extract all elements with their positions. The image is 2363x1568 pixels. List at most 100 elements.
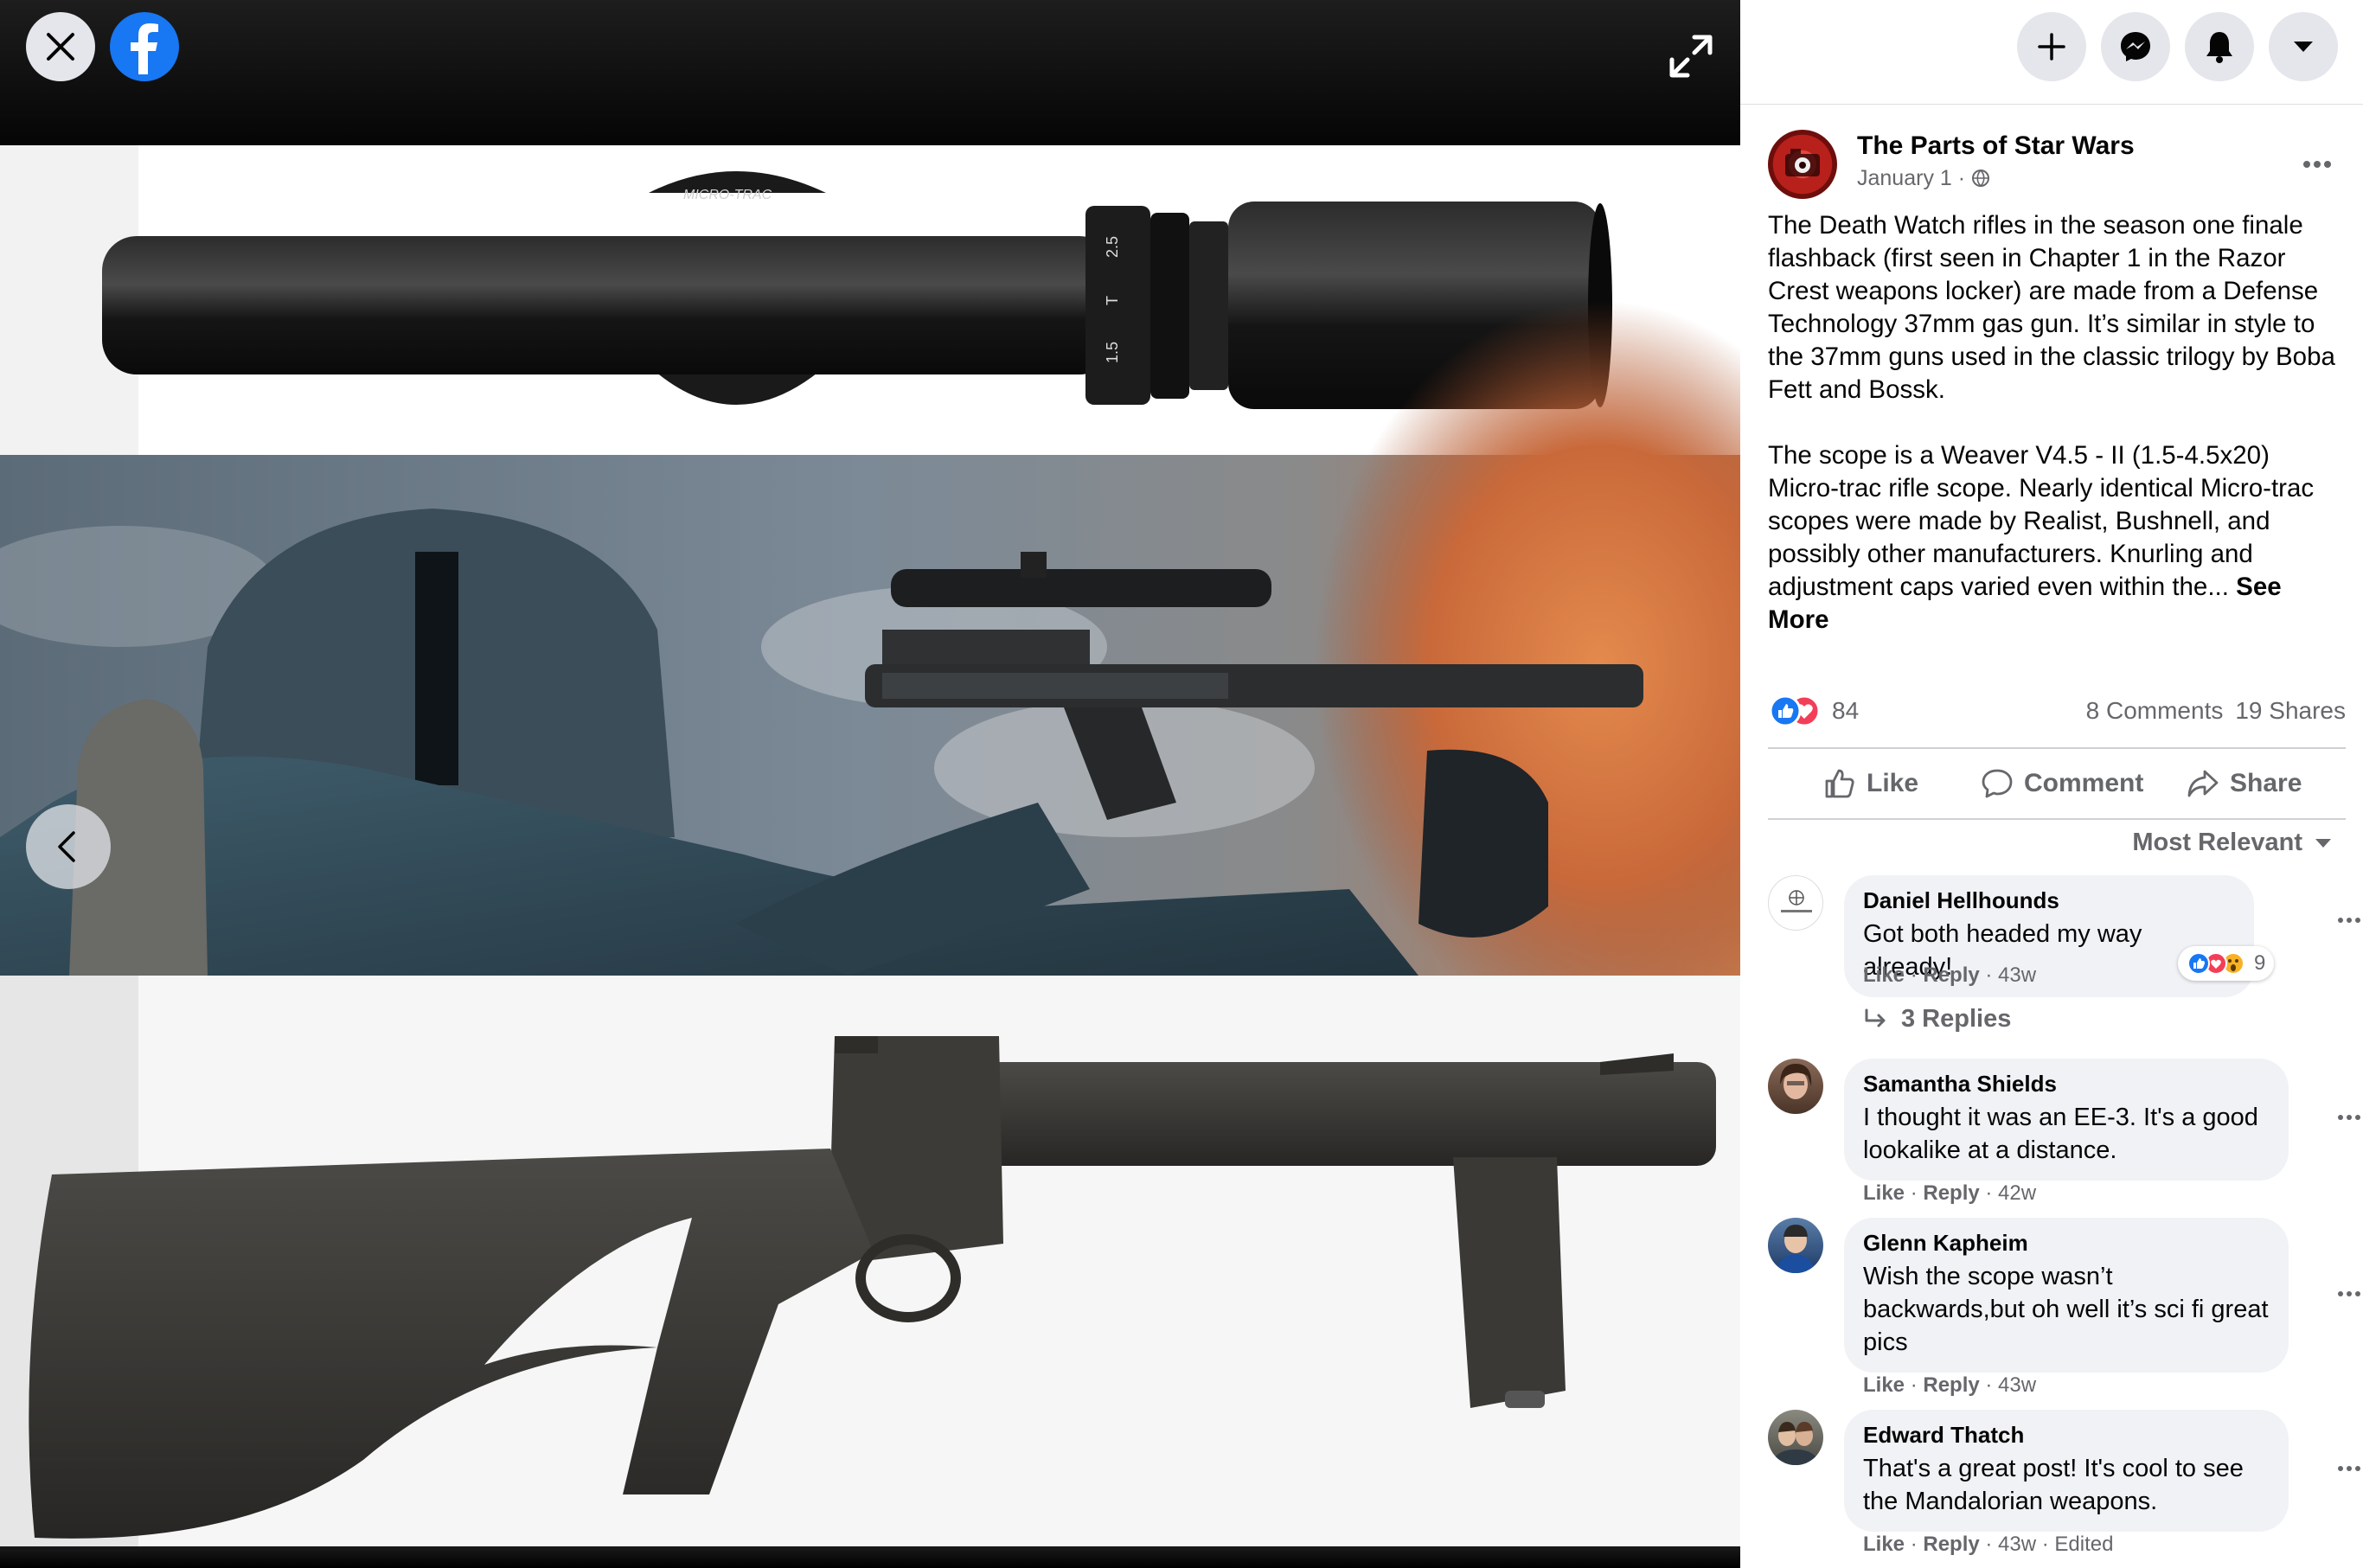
comment-meta: Like · Reply · 43w [1863,963,2037,987]
comment-options-button[interactable] [2334,912,2363,929]
commenter-avatar[interactable] [1768,1218,1823,1273]
hellhounds-logo-icon [1781,890,1812,912]
caret-down-icon [2294,42,2313,52]
more-dots-icon [2338,1466,2360,1471]
comment-reply-link[interactable]: Reply [1923,1373,1979,1397]
comment-reply-link[interactable]: Reply [1923,1181,1979,1205]
messenger-icon [2121,32,2150,61]
reaction-count[interactable]: 84 [1832,697,1859,725]
comment-button-label: Comment [2024,769,2144,797]
commenter-avatar[interactable] [1768,1059,1823,1114]
svg-text:1.5: 1.5 [1104,342,1121,363]
post-body: The Death Watch rifles in the season one… [1768,209,2342,669]
post-options-button[interactable] [2296,147,2339,182]
share-button-label: Share [2230,769,2302,797]
scope-brand-text: MICRO-TRAC [683,188,772,202]
previous-photo-button[interactable] [26,804,111,889]
caret-down-icon [2315,838,2331,848]
comment-like-link[interactable]: Like [1863,1533,1905,1556]
header-divider [1740,104,2363,105]
post-photo[interactable]: MICRO-TRAC 1.5 T 2.5 [0,145,1740,1546]
share-button[interactable]: Share [2187,752,2302,815]
viewer-bottom-strip [0,1546,1740,1568]
photo-viewer: MICRO-TRAC 1.5 T 2.5 [0,0,1740,1568]
svg-text:2.5: 2.5 [1104,236,1121,258]
comment-author[interactable]: Edward Thatch [1863,1422,2270,1449]
bell-icon [2206,32,2232,63]
actions-divider-bottom [1768,818,2346,820]
comment-like-link[interactable]: Like [1863,963,1905,987]
comment-like-link[interactable]: Like [1863,1181,1905,1205]
svg-text:T: T [1104,296,1121,305]
comment-button[interactable]: Comment [1981,752,2143,815]
commenter-avatar[interactable] [1768,1410,1823,1465]
user-photo-icon [1780,1064,1812,1099]
comment-reactions[interactable]: 9 [2178,946,2275,981]
reaction-icons[interactable] [1768,694,1825,728]
post-timestamp[interactable]: January 1 · [1857,166,1990,191]
comment-author[interactable]: Glenn Kapheim [1863,1230,2270,1257]
messenger-button[interactable] [2101,12,2170,81]
comments-count[interactable]: 8 Comments [2086,697,2224,724]
user-photo-icon [1771,1422,1820,1465]
comment-sort-dropdown[interactable]: Most Relevant [2132,829,2332,857]
comment: Daniel Hellhounds Got both headed my way… [1768,875,2363,1048]
more-dots-icon [2338,1115,2360,1120]
photo-collage: MICRO-TRAC 1.5 T 2.5 [0,145,1740,1546]
comment-text: That's a great post! It's cool to see th… [1863,1455,2244,1515]
close-icon [47,33,74,61]
comment-options-button[interactable] [2334,1460,2363,1477]
more-dots-icon [2303,161,2331,168]
expand-icon [1669,35,1713,78]
post-paragraph-2: The scope is a Weaver V4.5 - II (1.5-4.5… [1768,441,2315,634]
fullscreen-button[interactable] [1661,26,1721,86]
viewer-top-bar [0,0,1740,145]
comment-options-button[interactable] [2334,1109,2363,1126]
comment-text: Wish the scope wasn’t backwards,but oh w… [1863,1263,2269,1356]
comment-bubble: Edward Thatch That's a great post! It's … [1844,1410,2289,1532]
comment-time[interactable]: 43w [1998,963,2036,987]
facebook-logo-link[interactable] [110,12,179,81]
chevron-left-icon [58,831,75,862]
commenter-avatar[interactable] [1768,875,1823,931]
page-logo-icon [1785,149,1820,176]
create-button[interactable] [2017,12,2086,81]
comment-meta: Like · Reply · 43w · Edited [1863,1533,2114,1556]
comment-time[interactable]: 43w [1998,1373,2036,1397]
comment-bubble: Samantha Shields I thought it was an EE-… [1844,1059,2289,1181]
shares-count[interactable]: 19 Shares [2235,697,2346,724]
more-dots-icon [2338,1291,2360,1296]
page-name[interactable]: The Parts of Star Wars [1857,131,2135,161]
post-header: The Parts of Star Wars January 1 · [1768,130,2339,199]
account-menu-button[interactable] [2269,12,2338,81]
comment-reply-link[interactable]: Reply [1923,963,1979,987]
comment-reaction-count: 9 [2254,951,2266,975]
comment-author[interactable]: Samantha Shields [1863,1071,2270,1098]
comment-icon [1982,769,2013,798]
gas-gun-image [0,976,1740,1546]
comment-time[interactable]: 43w [1998,1533,2036,1556]
post-panel: The Parts of Star Wars January 1 · The D… [1740,0,2363,1568]
comment-text: I thought it was an EE-3. It's a good lo… [1863,1104,2258,1164]
comment-time[interactable]: 42w [1998,1181,2036,1205]
replies-count: 3 Replies [1901,1005,2012,1033]
comment-like-link[interactable]: Like [1863,1373,1905,1397]
comment-meta: Like · Reply · 43w [1863,1373,2037,1397]
view-replies-link[interactable]: 3 Replies [1863,1005,2011,1034]
comment-reply-link[interactable]: Reply [1923,1533,1979,1556]
comment-options-button[interactable] [2334,1285,2363,1302]
close-button[interactable] [26,12,95,81]
page-avatar[interactable] [1768,130,1837,199]
user-photo-icon [1777,1225,1815,1273]
reactions-summary: 84 8 Comments 19 Shares [1768,692,2346,730]
thumbs-up-icon [1825,769,1854,798]
facebook-photo-viewer: MICRO-TRAC 1.5 T 2.5 The Parts of Star W… [0,0,2363,1568]
comment-author[interactable]: Daniel Hellhounds [1863,887,2235,914]
notifications-button[interactable] [2185,12,2254,81]
more-dots-icon [2338,918,2360,923]
like-button[interactable]: Like [1823,752,1918,815]
share-icon [2187,770,2219,797]
comment-reaction-icons [2187,952,2245,975]
comment-bubble: Glenn Kapheim Wish the scope wasn’t back… [1844,1218,2289,1373]
comment: Samantha Shields I thought it was an EE-… [1768,1059,2363,1214]
